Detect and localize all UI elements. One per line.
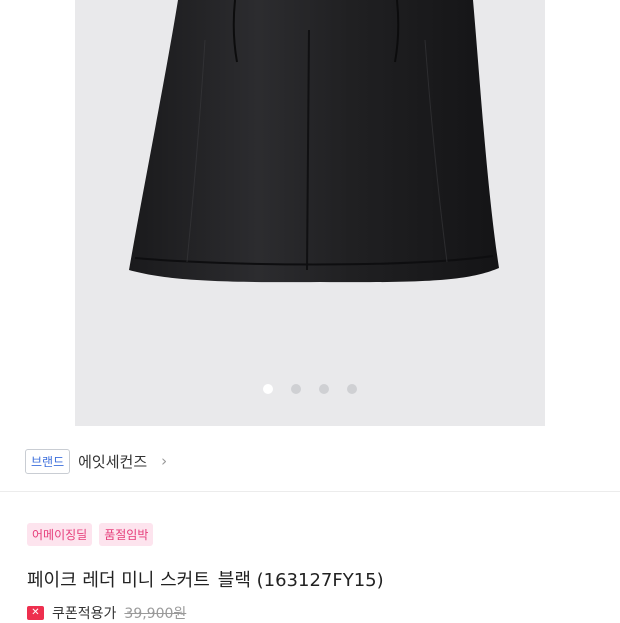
coupon-icon: ✕ (27, 606, 44, 620)
almost-sold-out-badge: 품절임박 (99, 523, 154, 546)
brand-tag: 브랜드 (25, 448, 71, 474)
product-title-color: 블랙 (163127FY15) (217, 570, 384, 591)
carousel-dot[interactable] (347, 384, 357, 394)
product-image (129, 0, 499, 283)
price-row: ✕ 쿠폰적용가 39,900원 (27, 603, 186, 623)
product-title-name: 페이크 레더 미니 스커트 (27, 570, 210, 591)
brand-link[interactable]: 브랜드 에잇세컨즈 › (25, 447, 167, 475)
product-image-gallery[interactable] (75, 0, 545, 426)
carousel-dot[interactable] (291, 384, 301, 394)
product-title: 페이크 레더 미니 스커트 블랙 (163127FY15) (27, 566, 384, 592)
chevron-right-icon[interactable]: › (161, 452, 167, 470)
original-price: 39,900원 (124, 606, 187, 622)
coupon-price-label: 쿠폰적용가 (52, 606, 117, 622)
amazing-deal-badge: 어메이징딜 (27, 523, 93, 546)
carousel-indicator[interactable] (75, 384, 545, 394)
carousel-dot[interactable] (319, 384, 329, 394)
carousel-dot[interactable] (263, 384, 273, 394)
brand-name[interactable]: 에잇세컨즈 (78, 451, 147, 472)
section-divider (0, 491, 620, 492)
badge-list: 어메이징딜 품절임박 (27, 523, 154, 546)
